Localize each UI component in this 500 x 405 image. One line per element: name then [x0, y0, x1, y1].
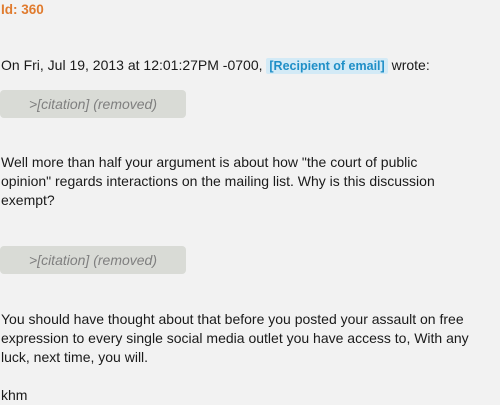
- body-paragraph: You should have thought about that befor…: [1, 311, 469, 365]
- email-id-label: Id: 360: [1, 2, 44, 17]
- email-reply-header: On Fri, Jul 19, 2013 at 12:01:27PM -0700…: [1, 57, 430, 74]
- removed-citation-block: >[citation] (removed): [0, 90, 186, 118]
- removed-citation-block: >[citation] (removed): [0, 246, 186, 274]
- recipient-tag: [Recipient of email]: [266, 58, 388, 74]
- header-date-text: On Fri, Jul 19, 2013 at 12:01:27PM -0700…: [1, 57, 263, 73]
- body-paragraph: Well more than half your argument is abo…: [1, 154, 435, 208]
- citation-text: >[citation] (removed): [29, 96, 157, 112]
- header-wrote-text: wrote:: [391, 57, 430, 73]
- citation-text: >[citation] (removed): [29, 252, 157, 268]
- signature: khm: [1, 387, 28, 403]
